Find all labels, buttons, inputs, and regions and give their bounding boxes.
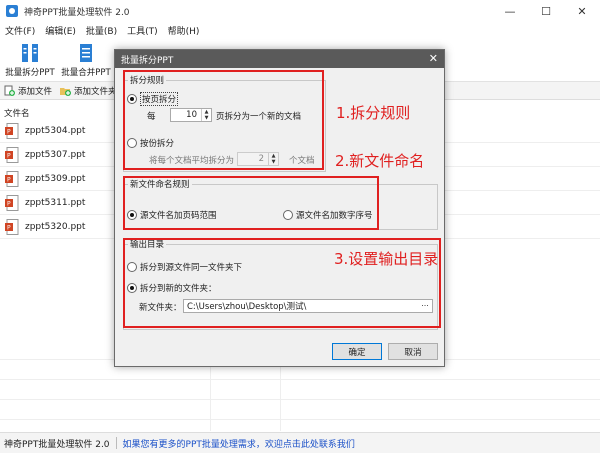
window-titlebar: 神奇PPT批量处理软件 2.0 — ☐ ✕: [0, 0, 600, 22]
ok-button[interactable]: 确定: [332, 343, 382, 360]
menu-help[interactable]: 帮助(H): [163, 24, 205, 37]
annotation-label-output: 3.设置输出目录: [334, 250, 439, 268]
grid-line: [0, 379, 600, 380]
menu-bar: 文件(F) 编辑(E) 批量(B) 工具(T) 帮助(H): [0, 22, 600, 38]
file-name: zppt5309.ppt: [25, 173, 86, 184]
annotation-box-naming: [123, 176, 379, 230]
annotation-label-naming: 2.新文件命名: [335, 152, 425, 170]
minimize-button[interactable]: —: [492, 0, 528, 22]
dialog-close-button[interactable]: ✕: [429, 52, 438, 65]
add-file-label: 添加文件: [18, 86, 53, 97]
svg-text:P: P: [7, 224, 11, 231]
split-ppt-icon: [22, 44, 38, 62]
batch-split-label: 批量拆分PPT: [5, 68, 55, 78]
svg-text:P: P: [7, 128, 11, 135]
grid-line: [0, 419, 600, 420]
dialog-titlebar: 批量拆分PPT ✕: [115, 50, 444, 68]
batch-split-button[interactable]: 批量拆分PPT: [2, 40, 58, 80]
close-button[interactable]: ✕: [564, 0, 600, 22]
ppt-file-icon: P: [5, 194, 19, 211]
file-name: zppt5307.ppt: [25, 149, 86, 160]
filename-column-header[interactable]: 文件名: [4, 107, 30, 119]
app-logo-icon: [6, 5, 18, 17]
add-file-button[interactable]: 添加文件: [4, 85, 52, 97]
window-title: 神奇PPT批量处理软件 2.0: [24, 7, 130, 18]
add-folder-icon: [60, 88, 72, 96]
ppt-file-icon: P: [5, 218, 19, 235]
add-file-icon: [4, 85, 15, 96]
svg-text:P: P: [7, 152, 11, 159]
ppt-file-icon: P: [5, 146, 19, 163]
batch-merge-button[interactable]: 批量合并PPT: [58, 40, 114, 80]
status-app-name: 神奇PPT批量处理软件 2.0: [4, 439, 110, 450]
cancel-button[interactable]: 取消: [388, 343, 438, 360]
status-bar: 神奇PPT批量处理软件 2.0 如果您有更多的PPT批量处理需求，欢迎点击此处联…: [0, 432, 600, 453]
window-controls: — ☐ ✕: [492, 0, 600, 22]
ppt-file-icon: P: [5, 122, 19, 139]
menu-tools[interactable]: 工具(T): [122, 24, 163, 37]
menu-file[interactable]: 文件(F): [0, 24, 40, 37]
grid-line: [210, 359, 211, 431]
ppt-file-icon: P: [5, 170, 19, 187]
dialog-title: 批量拆分PPT: [121, 55, 174, 66]
grid-line: [0, 399, 600, 400]
contact-link[interactable]: 如果您有更多的PPT批量处理需求，欢迎点击此处联系我们: [123, 437, 355, 450]
add-folder-label: 添加文件夹: [74, 86, 117, 97]
svg-text:P: P: [7, 176, 11, 183]
menu-batch[interactable]: 批量(B): [81, 24, 122, 37]
maximize-button[interactable]: ☐: [528, 0, 564, 22]
grid-line: [280, 359, 281, 431]
menu-edit[interactable]: 编辑(E): [40, 24, 81, 37]
file-name: zppt5311.ppt: [25, 197, 86, 208]
file-name: zppt5304.ppt: [25, 125, 86, 136]
status-separator: [115, 437, 117, 449]
file-name: zppt5320.ppt: [25, 221, 86, 232]
merge-ppt-icon: [80, 44, 92, 62]
annotation-label-split-rule: 1.拆分规则: [336, 104, 411, 122]
svg-text:P: P: [7, 200, 11, 207]
batch-merge-label: 批量合并PPT: [61, 68, 111, 78]
add-folder-button[interactable]: 添加文件夹: [60, 85, 117, 97]
annotation-box-split-rule: [123, 70, 324, 170]
